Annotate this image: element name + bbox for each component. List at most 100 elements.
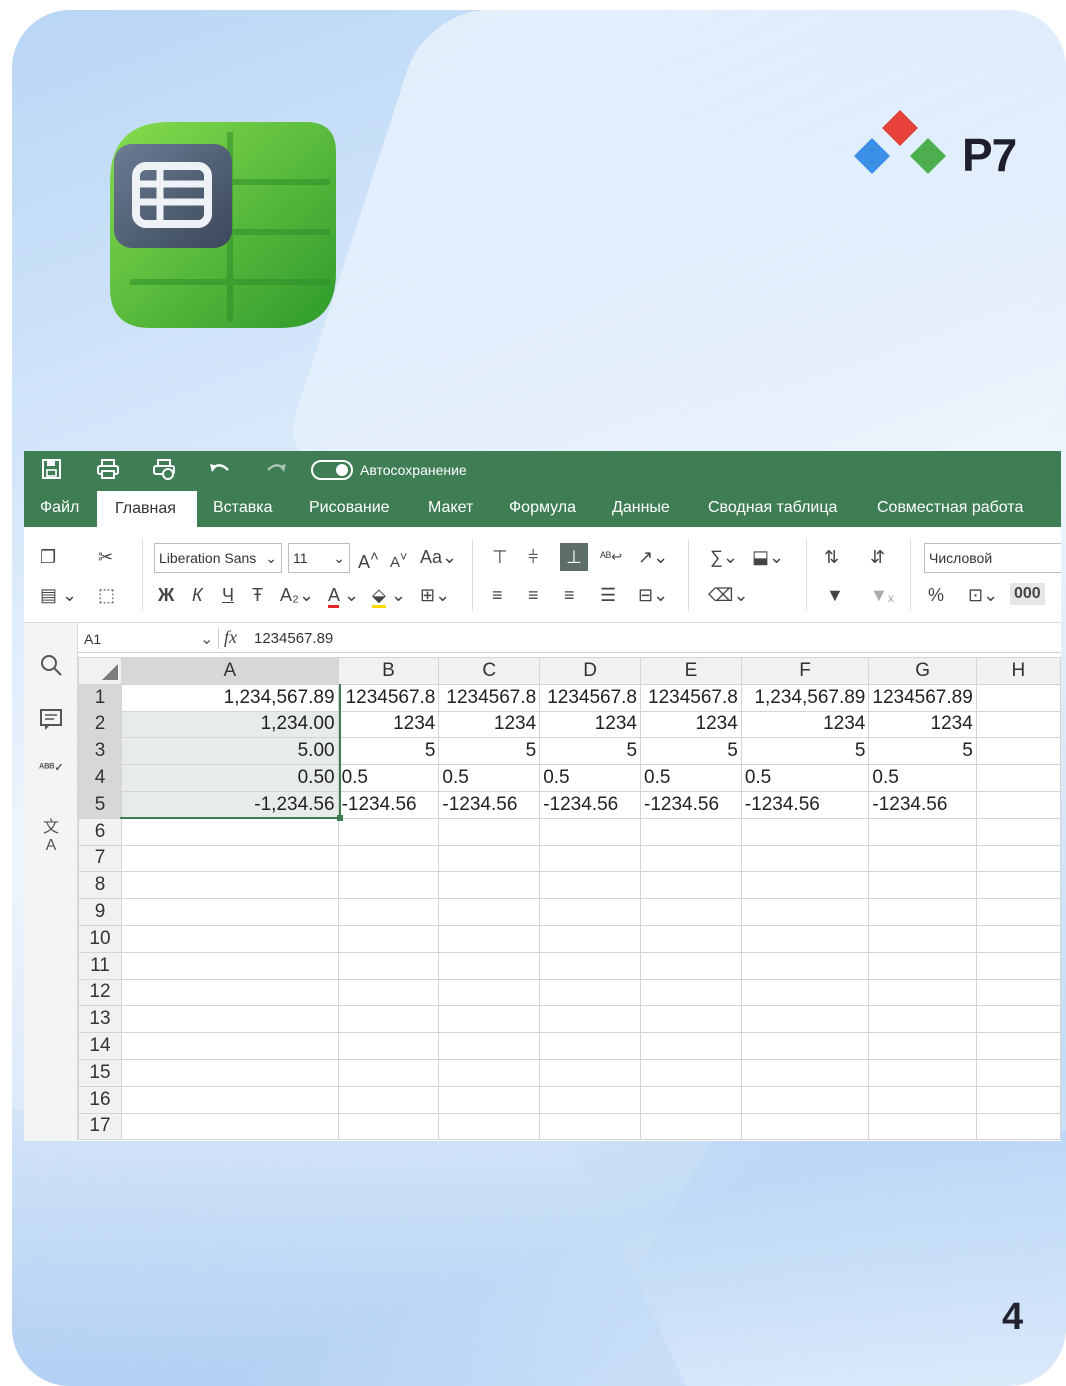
tab-data[interactable]: Данные — [612, 499, 670, 517]
cell-b12[interactable] — [337, 978, 440, 1007]
sort-descending-icon[interactable]: ⇵ — [870, 547, 885, 567]
cell-f11[interactable] — [740, 951, 870, 980]
cell-c13[interactable] — [438, 1005, 541, 1034]
row-header[interactable]: 14 — [78, 1032, 122, 1060]
cell-g10[interactable] — [868, 924, 977, 953]
quick-print-icon[interactable] — [152, 458, 176, 480]
undo-icon[interactable] — [208, 458, 232, 480]
name-box[interactable]: A1 — [84, 631, 101, 647]
cell-a15[interactable] — [121, 1058, 339, 1087]
cell-a2[interactable]: 1,234.00 — [121, 710, 339, 739]
select-all-icon[interactable]: ⬚ — [98, 585, 115, 605]
cell-e5[interactable]: -1234.56 — [640, 790, 742, 819]
column-header-a[interactable]: A — [121, 657, 339, 685]
row-header[interactable]: 10 — [78, 924, 122, 953]
font-color-icon[interactable]: A ⌄ — [328, 585, 359, 608]
cell-f6[interactable] — [740, 817, 870, 846]
cell-a16[interactable] — [121, 1085, 339, 1114]
cell-g1[interactable]: 1234567.89 — [868, 683, 977, 712]
cell-g5[interactable]: -1234.56 — [868, 790, 977, 819]
tab-formula[interactable]: Формула — [509, 499, 576, 517]
cell-e9[interactable] — [640, 898, 742, 926]
cell-d10[interactable] — [539, 924, 642, 953]
cell-e14[interactable] — [640, 1032, 742, 1060]
row-header[interactable]: 9 — [78, 898, 122, 926]
row-header[interactable]: 5 — [78, 790, 122, 819]
cell-a3[interactable]: 5.00 — [121, 737, 339, 766]
row-header[interactable]: 16 — [78, 1085, 122, 1114]
row-header[interactable]: 11 — [78, 951, 122, 980]
copy-icon[interactable]: ❐ — [40, 547, 56, 567]
cell-g13[interactable] — [868, 1005, 977, 1034]
cell-a14[interactable] — [121, 1032, 339, 1060]
insert-function-icon[interactable]: fx — [224, 627, 237, 648]
redo-icon[interactable] — [264, 458, 288, 480]
cell-f8[interactable] — [740, 871, 870, 900]
cell-d8[interactable] — [539, 871, 642, 900]
tab-pivot-table[interactable]: Сводная таблица — [708, 499, 837, 517]
translate-icon[interactable]: 文A — [39, 813, 63, 854]
cell-e1[interactable]: 1234567.8 — [640, 683, 742, 712]
cell-b7[interactable] — [337, 844, 440, 873]
column-header-d[interactable]: D — [539, 657, 642, 685]
align-bottom-icon[interactable]: ⊥ — [560, 543, 588, 571]
cell-c5[interactable]: -1234.56 — [438, 790, 541, 819]
align-middle-icon[interactable]: ⫩ — [528, 547, 538, 567]
row-header[interactable]: 7 — [78, 844, 122, 873]
cell-b10[interactable] — [337, 924, 440, 953]
cell-d17[interactable] — [539, 1112, 642, 1141]
cell-d9[interactable] — [539, 898, 642, 926]
cell-e13[interactable] — [640, 1005, 742, 1034]
cell-g17[interactable] — [868, 1112, 977, 1141]
cell-d15[interactable] — [539, 1058, 642, 1087]
cell-h15[interactable] — [975, 1058, 1061, 1087]
cell-d7[interactable] — [539, 844, 642, 873]
autosave-toggle[interactable] — [311, 460, 353, 480]
row-header[interactable]: 8 — [78, 871, 122, 900]
column-header-e[interactable]: E — [640, 657, 742, 685]
cell-c11[interactable] — [438, 951, 541, 980]
fill-handle[interactable] — [337, 815, 343, 821]
italic-button[interactable]: К — [192, 585, 203, 605]
merge-cells-icon[interactable]: ⊟⌄ — [638, 585, 668, 605]
align-right-icon[interactable]: ≡ — [564, 585, 575, 605]
cell-f10[interactable] — [740, 924, 870, 953]
cell-c9[interactable] — [438, 898, 541, 926]
tab-collaboration[interactable]: Совместная работа — [877, 499, 1023, 517]
wrap-text-icon[interactable]: ᴬᴮ↩ — [600, 547, 622, 567]
cell-c6[interactable] — [438, 817, 541, 846]
cell-c3[interactable]: 5 — [438, 737, 541, 766]
row-header[interactable]: 13 — [78, 1005, 122, 1034]
cell-c12[interactable] — [438, 978, 541, 1007]
cell-f7[interactable] — [740, 844, 870, 873]
cell-e11[interactable] — [640, 951, 742, 980]
comments-icon[interactable] — [39, 707, 63, 731]
cut-icon[interactable]: ✂ — [98, 547, 113, 567]
cell-c17[interactable] — [438, 1112, 541, 1141]
cell-c2[interactable]: 1234 — [438, 710, 541, 739]
align-center-icon[interactable]: ≡ — [528, 585, 539, 605]
cell-f9[interactable] — [740, 898, 870, 926]
cell-a17[interactable] — [121, 1112, 339, 1141]
font-name-select[interactable]: Liberation Sans ⌄ — [154, 543, 282, 573]
cell-d16[interactable] — [539, 1085, 642, 1114]
cell-b13[interactable] — [337, 1005, 440, 1034]
cell-h14[interactable] — [975, 1032, 1061, 1060]
cell-a11[interactable] — [121, 951, 339, 980]
cell-a6[interactable] — [121, 817, 339, 846]
cell-g2[interactable]: 1234 — [868, 710, 977, 739]
cell-b5[interactable]: -1234.56 — [337, 790, 440, 819]
currency-icon[interactable]: ⊡⌄ — [968, 585, 998, 605]
cell-c7[interactable] — [438, 844, 541, 873]
cell-g14[interactable] — [868, 1032, 977, 1060]
cell-e17[interactable] — [640, 1112, 742, 1141]
cell-g11[interactable] — [868, 951, 977, 980]
fill-color-icon[interactable]: ⬙ ⌄ — [372, 585, 406, 608]
cell-d4[interactable]: 0.5 — [539, 764, 642, 792]
row-header[interactable]: 1 — [78, 683, 122, 712]
cell-f2[interactable]: 1234 — [740, 710, 870, 739]
sort-ascending-icon[interactable]: ⇅ — [824, 547, 839, 567]
cell-b16[interactable] — [337, 1085, 440, 1114]
cell-a7[interactable] — [121, 844, 339, 873]
tab-insert[interactable]: Вставка — [213, 499, 272, 517]
